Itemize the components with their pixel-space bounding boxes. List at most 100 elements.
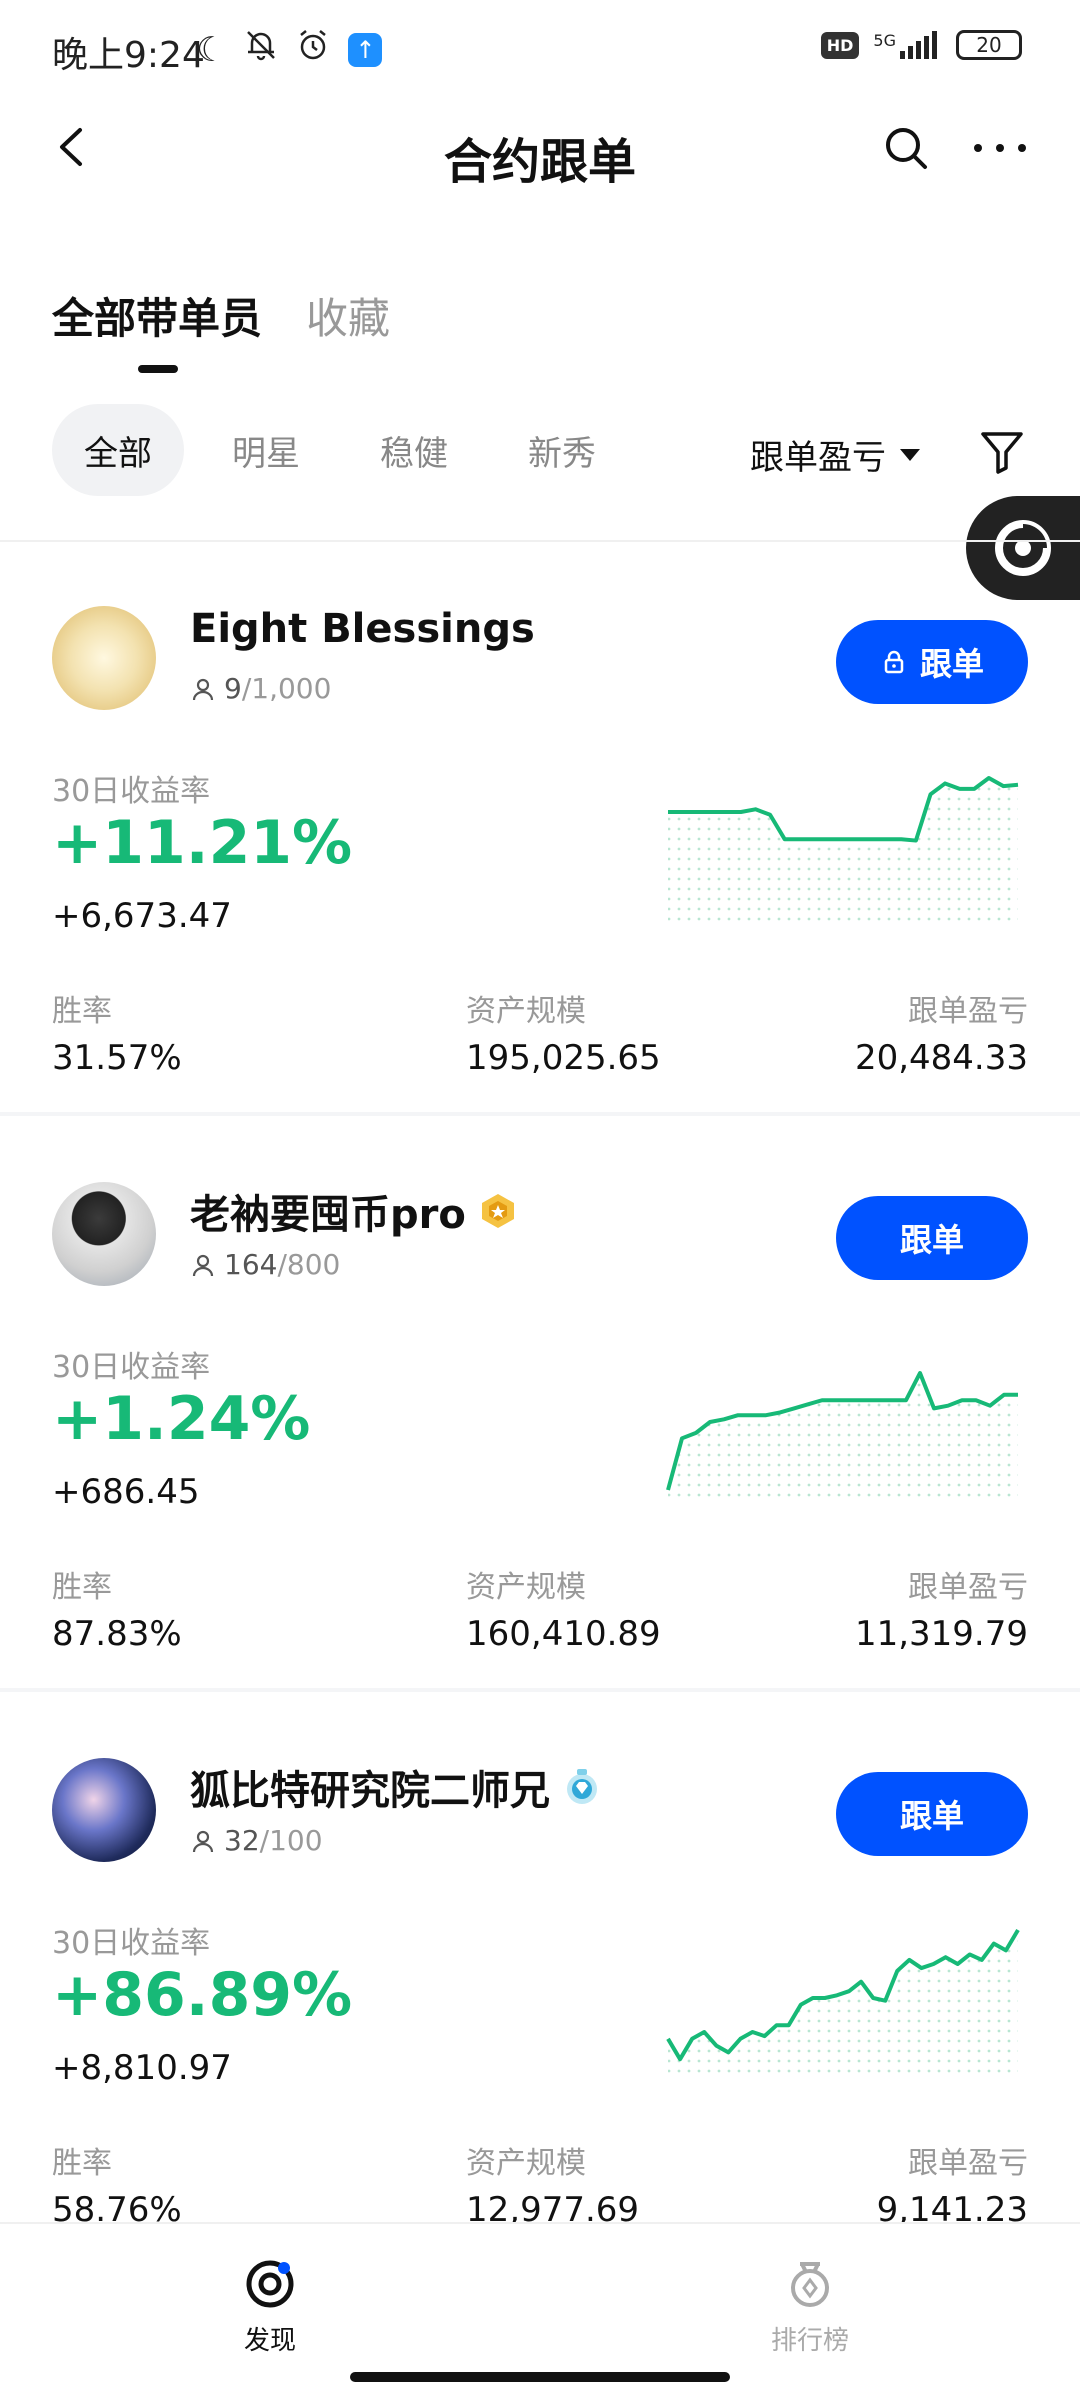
follower-count: 9/1,000 [190,672,331,705]
sparkline-chart [668,776,1019,926]
pnl-value: +686.45 [52,1472,200,1512]
sparkline-chart [666,1371,1018,1502]
roi-label: 30日收益率 [52,774,211,809]
trader-card[interactable]: Eight Blessings 9/1,000 跟单 30日收益率 +11.21% +6,… [0,556,1080,1116]
chip-newcomer[interactable]: 新秀 [496,404,628,496]
lock-icon [884,650,904,674]
chip-steady[interactable]: 稳健 [348,404,480,496]
copy-pnl-label: 跟单盈亏 [908,1570,1028,1605]
gold-medal-icon [478,1191,518,1231]
nav-leaderboard-label: 排行榜 [770,2326,849,2356]
signal-icon: 5G [873,31,942,59]
more-icon [974,144,1026,152]
bell-off-icon [244,28,278,71]
follower-max: /1,000 [241,672,332,705]
diamond-medal-icon [562,1767,602,1807]
battery-icon: 20 [956,30,1022,60]
status-bar: 晚上9:24 ☾ ↑ HD 5G 20 [0,0,1080,100]
user-icon [192,1830,214,1852]
nav-discover[interactable]: 发现 [210,2258,330,2357]
win-rate-stat: 胜率 58.76% [52,2138,182,2230]
sparkline-chart [666,1928,1020,2078]
roi-value: +1.24% [52,1384,311,1454]
leaderboard-icon [784,2258,836,2310]
follower-current: 164 [224,1248,278,1281]
search-button[interactable] [882,124,930,172]
sort-dropdown[interactable]: 跟单盈亏 [750,430,920,479]
tab-favorites[interactable]: 收藏 [306,285,390,346]
follower-count: 32/100 [190,1824,323,1857]
follow-label: 跟单 [899,1221,964,1259]
trader-name-row[interactable]: 老衲要囤币pro [190,1182,518,1240]
sparkline-area [668,778,1018,926]
aum-label: 资产规模 [466,1570,586,1605]
nav-discover-label: 发现 [243,2326,296,2356]
follow-label: 跟单 [899,1797,964,1835]
follow-button[interactable]: 跟单 [836,1196,1028,1280]
follower-max: /800 [277,1248,341,1281]
nav-leaderboard[interactable]: 排行榜 [750,2258,870,2357]
follower-current: 9 [224,672,242,705]
win-rate-label: 胜率 [52,2146,112,2181]
discover-icon [244,2258,296,2310]
win-rate-value: 31.57% [52,1038,182,1078]
chip-all[interactable]: 全部 [52,404,184,496]
user-icon [192,678,214,700]
alarm-icon [296,28,330,71]
aum-stat: 资产规模 195,025.65 [466,986,661,1078]
follow-button[interactable]: 跟单 [836,620,1028,704]
tab-indicator [138,365,178,373]
roi-label: 30日收益率 [52,1926,211,1961]
copy-pnl-value: 20,484.33 [854,1038,1028,1078]
roi-value: +86.89% [52,1960,353,2030]
follow-button[interactable]: 跟单 [836,1772,1028,1856]
follow-label: 跟单 [919,645,984,683]
aum-value: 195,025.65 [466,1038,661,1078]
sparkline-area [668,1373,1018,1502]
sparkline-area [668,1930,1018,2078]
copy-pnl-label: 跟单盈亏 [908,2146,1028,2181]
follower-count: 164/800 [190,1248,340,1281]
nav-bar: 合约跟单 [0,100,1080,200]
filter-icon [981,432,1023,474]
trader-card[interactable]: 狐比特研究院二师兄 32/100 跟单 30日收益率 +86.89% +8,810.97 胜… [0,1708,1080,2268]
trader-avatar[interactable] [52,1758,156,1862]
chip-star[interactable]: 明星 [200,404,332,496]
win-rate-label: 胜率 [52,1570,112,1605]
status-time: 晚上9:24 [52,35,205,76]
copy-pnl-stat: 跟单盈亏 20,484.33 [855,986,1028,1078]
trader-avatar[interactable] [52,1182,156,1286]
trader-avatar[interactable] [52,606,156,710]
trader-name-row[interactable]: Eight Blessings [190,606,535,652]
search-icon [886,128,927,169]
trader-card[interactable]: 老衲要囤币pro 164/800 跟单 30日收益率 +1.24% +686.45 胜率 87… [0,1132,1080,1692]
pnl-value: +6,673.47 [52,896,232,936]
follower-current: 32 [224,1824,260,1857]
pnl-value: +8,810.97 [52,2048,232,2088]
card-separator [0,1112,1080,1116]
roi-value: +11.21% [52,808,353,878]
copy-pnl-label: 跟单盈亏 [908,994,1028,1029]
more-button[interactable] [970,124,1030,172]
upload-icon: ↑ [348,32,383,67]
win-rate-value: 87.83% [52,1614,182,1654]
aum-label: 资产规模 [466,994,586,1029]
win-rate-label: 胜率 [52,994,112,1029]
roi-label: 30日收益率 [52,1350,211,1385]
filter-button[interactable] [978,428,1026,476]
list-divider [0,540,1080,542]
trader-name: 老衲要囤币pro [190,1192,466,1238]
tab-all-leaders[interactable]: 全部带单员 [52,285,262,346]
caret-down-icon [900,448,920,461]
follower-max: /100 [259,1824,323,1857]
trader-name: Eight Blessings [190,606,535,652]
sort-label: 跟单盈亏 [750,438,886,478]
filter-chips: 全部 明星 稳健 新秀 [52,404,628,496]
win-rate-stat: 胜率 31.57% [52,986,182,1078]
trader-name: 狐比特研究院二师兄 [190,1768,550,1814]
win-rate-stat: 胜率 87.83% [52,1562,182,1654]
user-icon [192,1254,214,1276]
copy-pnl-stat: 跟单盈亏 11,319.79 [855,1562,1028,1654]
main-tabs: 全部带单员 收藏 [52,285,390,346]
trader-name-row[interactable]: 狐比特研究院二师兄 [190,1758,602,1816]
